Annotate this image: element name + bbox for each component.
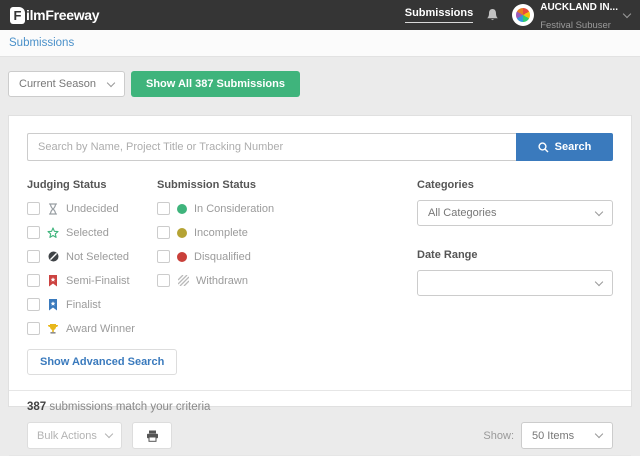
search-row: Search [27,133,613,161]
show-label: Show: [483,430,514,442]
filter-disqualified[interactable]: Disqualified [157,250,388,263]
chevron-down-icon [623,9,631,17]
filter-incomplete[interactable]: Incomplete [157,226,388,239]
no-entry-icon [47,251,59,263]
chevron-down-icon [105,430,113,438]
season-controls: Current Season Show All 387 Submissions [8,71,632,97]
hourglass-icon [47,203,59,215]
ribbon-red-icon [47,275,59,287]
trophy-icon [47,323,59,335]
chevron-down-icon [595,277,603,285]
filter-semi-finalist[interactable]: Semi-Finalist [27,274,157,287]
ribbon-blue-icon [47,299,59,311]
withdrawn-checkbox[interactable] [157,274,170,287]
red-dot-icon [177,252,187,262]
breadcrumb-submissions-link[interactable]: Submissions [9,37,74,49]
top-header: F ilmFreeway Submissions AUCKLAND IN... … [0,0,640,30]
categories-select[interactable]: All Categories [417,200,613,226]
filmfreeway-logo-icon: F [10,7,25,24]
page-size-select[interactable]: 50 Items [521,422,613,449]
semi-finalist-checkbox[interactable] [27,274,40,287]
show-all-submissions-button[interactable]: Show All 387 Submissions [131,71,300,97]
user-role: Festival Subuser [540,20,611,31]
categories-column: Categories All Categories Date Range [417,179,613,335]
search-input[interactable] [27,133,516,161]
filter-in-consideration[interactable]: In Consideration [157,202,388,215]
chevron-down-icon [595,430,603,438]
disqualified-checkbox[interactable] [157,250,170,263]
filter-withdrawn[interactable]: Withdrawn [157,274,388,287]
user-name: AUCKLAND IN... [540,2,618,13]
categories-select-value: All Categories [428,207,496,219]
selected-checkbox[interactable] [27,226,40,239]
finalist-checkbox[interactable] [27,298,40,311]
search-icon [538,142,549,153]
bulk-actions-label: Bulk Actions [37,430,97,442]
filmfreeway-logo[interactable]: F ilmFreeway [10,7,99,24]
bell-icon[interactable] [486,8,499,22]
search-button[interactable]: Search [516,133,613,161]
judging-status-column: Judging Status Undecided Selected [27,179,157,335]
results-actions-row: Bulk Actions Show: 50 Items [27,422,613,449]
show-advanced-search-button[interactable]: Show Advanced Search [27,349,177,375]
date-range-title: Date Range [417,249,613,261]
yellow-dot-icon [177,228,187,238]
bulk-actions-select[interactable]: Bulk Actions [27,422,122,449]
star-icon [47,227,59,239]
search-filters-card: Search Judging Status Undecided [8,115,632,407]
judging-status-title: Judging Status [27,179,157,191]
green-dot-icon [177,204,187,214]
avatar [512,4,534,26]
chevron-down-icon [595,207,603,215]
submission-status-title: Submission Status [157,179,388,191]
page-size-value: 50 Items [532,430,574,442]
filmfreeway-app: F ilmFreeway Submissions AUCKLAND IN... … [0,0,640,414]
breadcrumb: Submissions [0,30,640,57]
season-select-value: Current Season [19,78,96,90]
filters-section: Judging Status Undecided Selected [27,179,613,335]
submission-status-column: Submission Status In Consideration Incom… [157,179,388,335]
page-size-group: Show: 50 Items [483,422,613,449]
not-selected-checkbox[interactable] [27,250,40,263]
results-count-line: 387 submissions match your criteria [27,401,613,413]
filter-award-winner[interactable]: Award Winner [27,322,157,335]
nav-submissions[interactable]: Submissions [405,7,473,23]
filter-selected[interactable]: Selected [27,226,157,239]
stripes-icon [177,275,189,287]
user-menu[interactable]: AUCKLAND IN... Festival Subuser [512,0,630,33]
filter-not-selected[interactable]: Not Selected [27,250,157,263]
results-count: 387 [27,401,46,413]
in-consideration-checkbox[interactable] [157,202,170,215]
categories-title: Categories [417,179,613,191]
filter-finalist[interactable]: Finalist [27,298,157,311]
print-button[interactable] [132,422,172,449]
results-count-text: submissions match your criteria [46,401,210,413]
award-winner-checkbox[interactable] [27,322,40,335]
divider [9,390,631,391]
season-select[interactable]: Current Season [8,71,125,97]
undecided-checkbox[interactable] [27,202,40,215]
printer-icon [146,430,159,442]
filmfreeway-logo-text: ilmFreeway [26,7,99,23]
date-range-select[interactable] [417,270,613,296]
chevron-down-icon [107,78,115,86]
incomplete-checkbox[interactable] [157,226,170,239]
filter-undecided[interactable]: Undecided [27,202,157,215]
